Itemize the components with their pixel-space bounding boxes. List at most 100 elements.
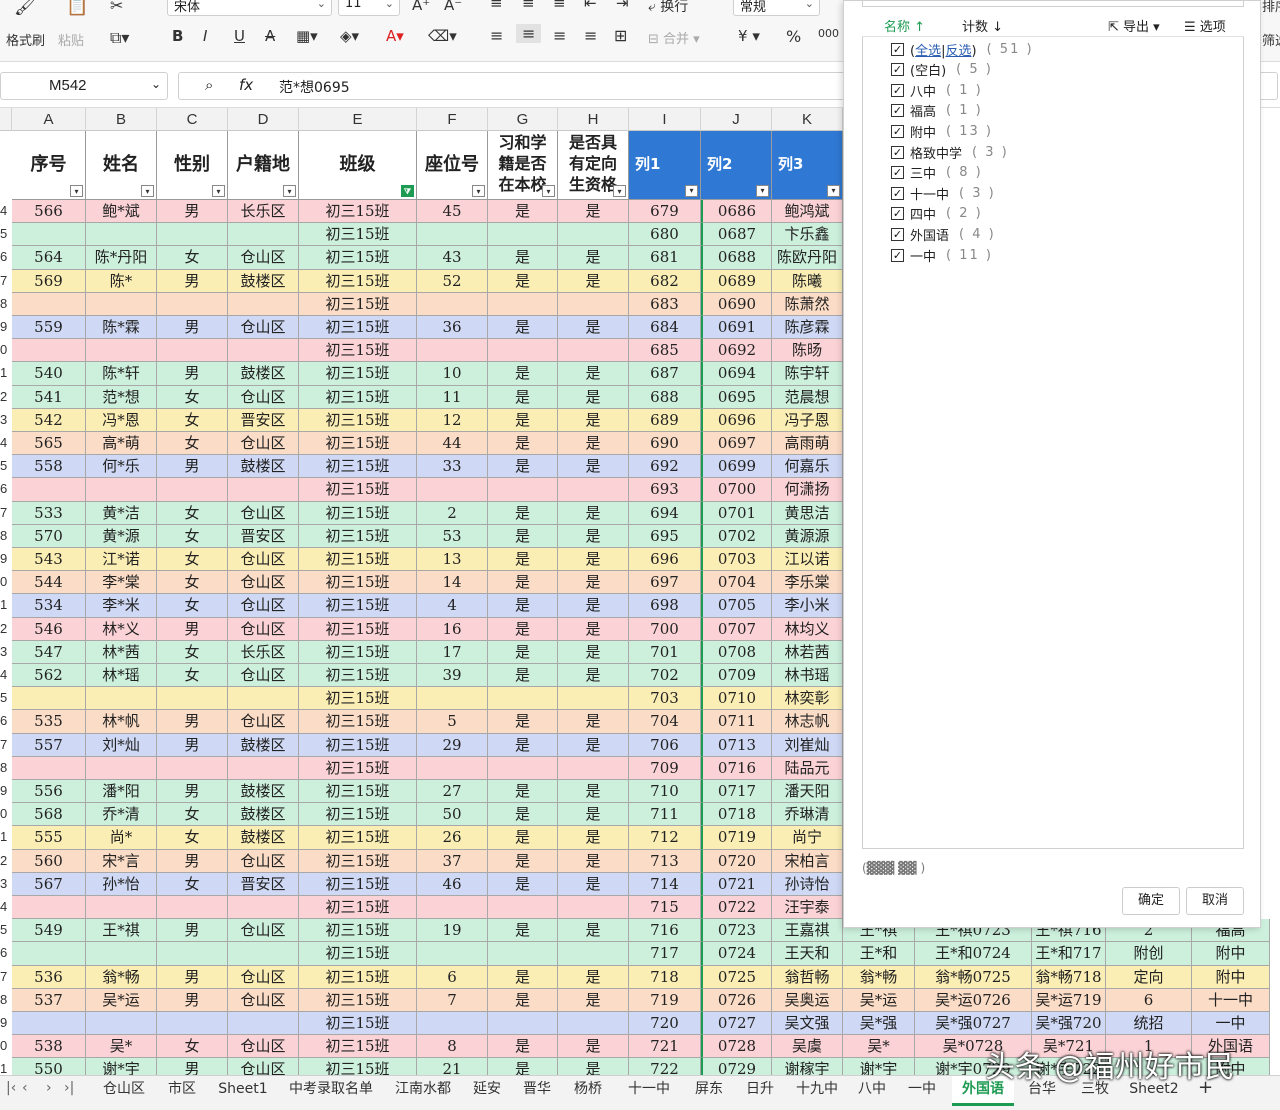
table-cell[interactable]: 是 — [558, 432, 629, 456]
table-cell[interactable] — [558, 1012, 629, 1036]
table-cell[interactable]: 初三15班 — [299, 965, 417, 989]
table-cell[interactable]: 0722 — [701, 896, 772, 920]
table-cell[interactable]: 567 — [12, 872, 86, 896]
table-cell[interactable]: 初三15班 — [299, 826, 417, 850]
table-cell[interactable]: 女 — [157, 640, 228, 664]
table-cell[interactable] — [488, 687, 558, 711]
table-cell[interactable]: 0727 — [701, 1012, 772, 1036]
currency-button[interactable]: ¥ ▾ — [738, 27, 760, 45]
table-cell[interactable]: 562 — [12, 664, 86, 688]
format-painter-icon[interactable]: 🖌 — [14, 0, 37, 17]
filter-option[interactable]: ✓ (空白) ( 5 ) — [891, 60, 993, 80]
filter-dropdown-icon[interactable]: ▾ — [141, 185, 154, 197]
table-cell[interactable]: 12 — [417, 408, 488, 432]
table-cell[interactable] — [558, 339, 629, 363]
table-cell[interactable]: 6 — [417, 965, 488, 989]
table-cell[interactable]: 542 — [12, 408, 86, 432]
row-number[interactable]: 3 — [0, 876, 12, 891]
table-cell[interactable]: 初三15班 — [299, 200, 417, 224]
table-cell[interactable]: 翁哲畅 — [772, 965, 843, 989]
table-cell[interactable]: 0728 — [701, 1035, 772, 1059]
table-cell[interactable]: 初三15班 — [299, 942, 417, 966]
table-cell[interactable]: 林书瑶 — [772, 664, 843, 688]
percent-button[interactable]: % — [786, 27, 801, 46]
sheet-tab[interactable]: 杨桥 — [566, 1076, 610, 1106]
filter-dropdown-icon[interactable]: ▾ — [70, 185, 83, 197]
table-cell[interactable]: 男 — [157, 316, 228, 340]
table-cell[interactable]: 初三15班 — [299, 664, 417, 688]
table-cell[interactable]: 690 — [629, 432, 701, 456]
table-cell[interactable]: 定向 — [1106, 965, 1192, 989]
table-cell[interactable] — [417, 223, 488, 247]
table-cell[interactable]: 549 — [12, 919, 86, 943]
filter-option[interactable]: ✓ 三中 ( 8 ) — [891, 163, 983, 183]
table-cell[interactable]: 565 — [12, 432, 86, 456]
table-cell[interactable]: 679 — [629, 200, 701, 224]
table-cell[interactable]: 范*想 — [86, 385, 157, 409]
table-cell[interactable]: 555 — [12, 826, 86, 850]
table-cell[interactable]: 初三15班 — [299, 524, 417, 548]
table-cell[interactable]: 698 — [629, 594, 701, 618]
table-cell[interactable]: 是 — [488, 849, 558, 873]
row-number[interactable]: 3 — [0, 644, 12, 659]
header-cell-a[interactable]: 序号 ▾ — [12, 131, 86, 200]
table-cell[interactable]: 是 — [558, 385, 629, 409]
table-cell[interactable]: 559 — [12, 316, 86, 340]
table-cell[interactable]: 初三15班 — [299, 617, 417, 641]
filter-search-input[interactable] — [862, 1, 1244, 7]
table-cell[interactable]: 是 — [558, 269, 629, 293]
header-cell-h[interactable]: 是否具有定向生资格 ▾ — [558, 131, 629, 200]
table-cell[interactable]: 45 — [417, 200, 488, 224]
table-cell[interactable]: 0719 — [701, 826, 772, 850]
table-cell[interactable]: 林均义 — [772, 617, 843, 641]
table-cell[interactable]: 初三15班 — [299, 896, 417, 920]
table-cell[interactable]: 36 — [417, 316, 488, 340]
table-cell[interactable]: 初三15班 — [299, 478, 417, 502]
table-cell[interactable]: 初三15班 — [299, 733, 417, 757]
table-cell[interactable] — [558, 223, 629, 247]
table-cell[interactable]: 39 — [417, 664, 488, 688]
table-cell[interactable]: 535 — [12, 710, 86, 734]
table-cell[interactable]: 是 — [558, 1058, 629, 1075]
table-cell[interactable] — [12, 478, 86, 502]
row-number[interactable]: 9 — [0, 1015, 12, 1030]
column-letter-g[interactable]: G — [488, 108, 558, 131]
table-cell[interactable]: 0710 — [701, 687, 772, 711]
table-cell[interactable]: 是 — [488, 408, 558, 432]
table-cell[interactable]: 29 — [417, 733, 488, 757]
table-cell[interactable]: 706 — [629, 733, 701, 757]
column-letter-i[interactable]: I — [629, 108, 701, 131]
table-cell[interactable]: 男 — [157, 710, 228, 734]
sheet-tab[interactable]: 屏东 — [688, 1076, 730, 1106]
table-cell[interactable]: 547 — [12, 640, 86, 664]
table-cell[interactable]: 709 — [629, 756, 701, 780]
table-cell[interactable]: 鼓楼区 — [228, 826, 299, 850]
table-cell[interactable]: 0695 — [701, 385, 772, 409]
italic-button[interactable]: I — [203, 27, 207, 45]
table-cell[interactable]: 0724 — [701, 942, 772, 966]
table-cell[interactable]: 558 — [12, 455, 86, 479]
table-cell[interactable]: 714 — [629, 872, 701, 896]
table-cell[interactable] — [488, 339, 558, 363]
table-cell[interactable]: 李小米 — [772, 594, 843, 618]
table-cell[interactable]: 女 — [157, 826, 228, 850]
row-number[interactable]: 0 — [0, 342, 12, 357]
sort-button[interactable]: 排序 — [1262, 0, 1280, 15]
table-cell[interactable]: 仓山区 — [228, 501, 299, 525]
table-cell[interactable]: 是 — [488, 1058, 558, 1075]
table-cell[interactable]: 吴* — [86, 1035, 157, 1059]
table-cell[interactable]: 719 — [629, 988, 701, 1012]
table-cell[interactable]: 是 — [488, 548, 558, 572]
table-cell[interactable]: 初三15班 — [299, 1035, 417, 1059]
table-cell[interactable]: 初三15班 — [299, 780, 417, 804]
table-cell[interactable]: 翁*畅718 — [1032, 965, 1106, 989]
table-cell[interactable]: 初三15班 — [299, 501, 417, 525]
strikethrough-button[interactable]: A — [265, 27, 275, 45]
table-cell[interactable]: 0694 — [701, 362, 772, 386]
table-cell[interactable]: 统招 — [1106, 1012, 1192, 1036]
table-cell[interactable]: 乔*清 — [86, 803, 157, 827]
row-number[interactable]: 2 — [0, 853, 12, 868]
table-cell[interactable]: 是 — [558, 455, 629, 479]
table-cell[interactable]: 是 — [488, 246, 558, 270]
table-cell[interactable]: 是 — [488, 501, 558, 525]
